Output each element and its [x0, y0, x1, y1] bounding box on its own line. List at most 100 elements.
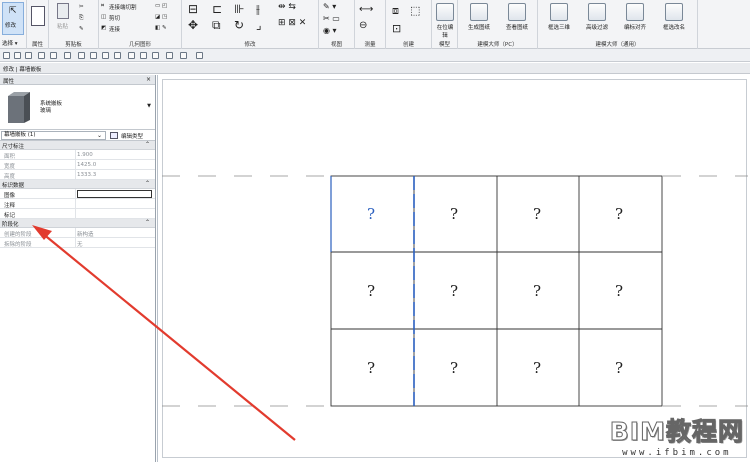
type-dropdown-icon[interactable]: ▼	[147, 103, 151, 109]
panel-tag[interactable]: ?	[367, 282, 375, 300]
context-tab-label: 修改 | 幕墙嵌板	[3, 67, 42, 73]
3d-view-icon[interactable]	[128, 52, 135, 59]
panel-tag[interactable]: ?	[450, 205, 458, 223]
type-selector[interactable]: 系统嵌板 玻璃 ▼	[0, 85, 155, 130]
property-value: 1425.0	[77, 162, 97, 168]
switch-windows-icon[interactable]	[180, 52, 187, 59]
thin-lines-icon[interactable]	[152, 52, 159, 59]
hide-icon[interactable]: ◉ ▾	[323, 26, 337, 35]
instance-filter-dropdown[interactable]: 幕墙嵌板 (1) ⌄	[1, 131, 106, 140]
dimension-qat-icon[interactable]	[90, 52, 97, 59]
advanced-filter-button[interactable]: 高级过滤	[580, 3, 614, 31]
section-icon[interactable]	[140, 52, 147, 59]
join-cut-button[interactable]: 连接端切割	[109, 3, 137, 11]
inplace-edit-icon	[436, 3, 454, 21]
print-icon[interactable]	[64, 52, 71, 59]
cut-geometry-icon[interactable]: ◫	[101, 14, 106, 20]
mirror-icon[interactable]: ⊪	[234, 2, 244, 16]
dimension-icon[interactable]: ⊖	[359, 20, 367, 31]
measure-icon[interactable]: ⟷	[359, 4, 373, 15]
offset-icon[interactable]: ⊏	[212, 2, 222, 16]
join-icon[interactable]: ⌗	[101, 3, 104, 10]
collapse-icon[interactable]: ⌃	[145, 180, 150, 187]
box-rename-button[interactable]: 框选改名	[656, 3, 692, 31]
copy-element-icon[interactable]: ⧉	[212, 18, 221, 33]
array-icon[interactable]: ⇹ ⇆	[278, 2, 296, 12]
collapse-icon[interactable]: ⌃	[145, 219, 150, 226]
group-phasing[interactable]: 阶段化 ⌃	[0, 219, 155, 228]
paste-icon[interactable]	[57, 3, 69, 19]
collapse-icon[interactable]: ⌃	[145, 141, 150, 148]
join-geometry-icon[interactable]: ◩	[101, 25, 106, 31]
undo-icon[interactable]	[38, 52, 45, 59]
properties-panel-button[interactable]: 属性	[27, 0, 49, 49]
rename-icon	[665, 3, 683, 21]
tag-qat-icon[interactable]	[102, 52, 109, 59]
create-part-icon[interactable]: ⧈	[392, 4, 399, 18]
geometry-tool-icon-1[interactable]: ▭ ◰	[155, 3, 167, 9]
sync-icon[interactable]	[25, 52, 32, 59]
join-geometry-button[interactable]: 连接	[109, 25, 120, 33]
panel-tag[interactable]: ?	[367, 359, 375, 377]
panel-tag-selected[interactable]: ?	[367, 205, 375, 223]
move-icon[interactable]: ✥	[188, 18, 198, 32]
quick-access-toolbar	[0, 49, 750, 62]
paint-icon[interactable]: ✎ ▾	[323, 2, 336, 11]
property-value: 1333.3	[77, 172, 97, 178]
measure-qat-icon[interactable]	[78, 52, 85, 59]
group-identity-label: 标识数据	[2, 183, 25, 189]
cut-icon[interactable]: ✂	[79, 4, 84, 10]
override-icon[interactable]: ✂ ▭	[323, 14, 340, 23]
open-icon[interactable]	[3, 52, 10, 59]
property-row-mark[interactable]: 标记	[0, 209, 155, 219]
panel-tag[interactable]: ?	[533, 359, 541, 377]
general-label: 建模大师（通用）	[595, 42, 640, 48]
customize-qat-icon[interactable]	[196, 52, 203, 59]
group-identity-data[interactable]: 标识数据 ⌃	[0, 180, 155, 189]
panel-tag[interactable]: ?	[450, 359, 458, 377]
trim-icon[interactable]: ⌟	[256, 18, 262, 32]
panel-tag[interactable]: ?	[615, 359, 623, 377]
split-icon[interactable]: ⫲	[256, 2, 260, 17]
cut-geometry-button[interactable]: 剪切	[109, 14, 120, 22]
match-icon[interactable]: ✎	[79, 26, 84, 32]
geometry-tool-icon-3[interactable]: ◧ ✎	[155, 25, 167, 31]
inplace-edit-button[interactable]: 在位编辑	[435, 3, 455, 39]
scale-icon[interactable]: ⊞ ⊠ ✕	[278, 18, 306, 28]
create-group-icon[interactable]: ⬚	[410, 4, 420, 17]
save-icon[interactable]	[14, 52, 21, 59]
panel-tag[interactable]: ?	[450, 282, 458, 300]
box-3d-button[interactable]: 框选三维	[542, 3, 576, 31]
curtain-wall-grid	[162, 175, 748, 410]
property-row-comments[interactable]: 注释	[0, 199, 155, 209]
rotate-icon[interactable]: ↻	[234, 18, 244, 32]
generate-sheet-button[interactable]: 生成图纸	[462, 3, 496, 31]
properties-palette: 属性 × 系统嵌板 玻璃 ▼ 幕墙嵌板 (1) ⌄ 编辑类型 尺寸标注 ⌃ 面积…	[0, 75, 156, 462]
tag-align-label: 编标对齐	[623, 25, 646, 31]
panel-tag[interactable]: ?	[533, 205, 541, 223]
property-value: 无	[77, 242, 83, 248]
pc-label: 建模大师（PC）	[477, 42, 518, 48]
redo-icon[interactable]	[50, 52, 57, 59]
close-hidden-icon[interactable]	[166, 52, 173, 59]
group-dimensions[interactable]: 尺寸标注 ⌃	[0, 141, 155, 150]
close-icon[interactable]: ×	[146, 76, 151, 83]
text-qat-icon[interactable]	[114, 52, 121, 59]
copy-icon[interactable]: ⎘	[79, 15, 83, 22]
create-similar-icon[interactable]: ⊡	[392, 22, 401, 35]
edit-type-button[interactable]: 编辑类型	[121, 132, 143, 140]
panel-tag[interactable]: ?	[615, 282, 623, 300]
image-value-field[interactable]	[77, 190, 152, 198]
drawing-area[interactable]: ? ? ? ? ? ? ? ? ? ? ? ?	[157, 75, 750, 462]
align-icon[interactable]: ⊟	[188, 2, 198, 16]
model-panel: 在位编辑 模型	[432, 0, 458, 49]
geometry-label: 几何图形	[128, 42, 151, 48]
tag-align-button[interactable]: 编标对齐	[618, 3, 652, 31]
edit-type-icon[interactable]	[110, 132, 118, 139]
panel-tag[interactable]: ?	[533, 282, 541, 300]
panel-tag[interactable]: ?	[615, 205, 623, 223]
view-sheet-button[interactable]: 查看图纸	[500, 3, 534, 31]
advanced-filter-label: 高级过滤	[585, 25, 608, 31]
geometry-tool-icon-2[interactable]: ◪ ◳	[155, 14, 167, 20]
filter-icon	[588, 3, 606, 21]
